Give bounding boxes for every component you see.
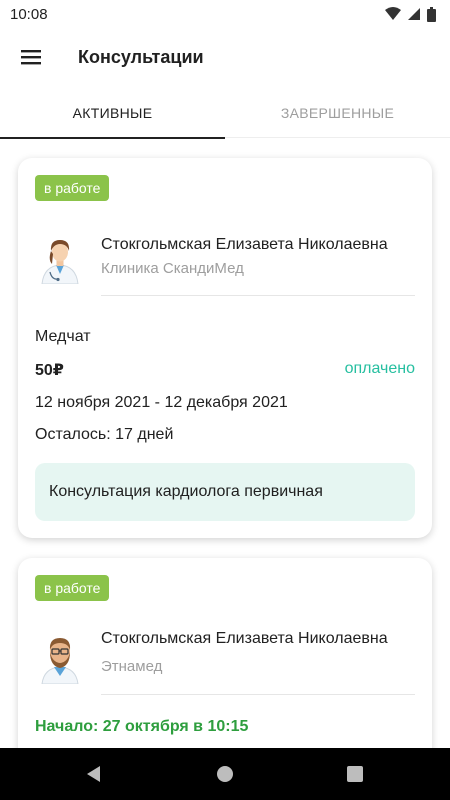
doctor-avatar	[41, 638, 79, 684]
consultation-card[interactable]: в работе Стокгольмская Елизавета Николае…	[18, 158, 432, 538]
hamburger-menu-icon	[21, 50, 41, 65]
status-time: 10:08	[10, 5, 48, 23]
app-bar: Консультации	[0, 28, 450, 86]
service-type: Медчат	[35, 328, 91, 345]
page-title: Консультации	[78, 46, 204, 67]
tab-bar: АКТИВНЫЕ ЗАВЕРШЕННЫЕ	[0, 88, 450, 139]
divider	[101, 694, 415, 695]
consultation-period: 12 ноября 2021 - 12 декабря 2021	[35, 394, 288, 411]
doctor-name: Стокгольмская Елизавета Николаевна	[101, 630, 388, 647]
battery-icon	[427, 6, 436, 22]
back-icon[interactable]	[84, 764, 104, 784]
doctor-avatar	[41, 240, 79, 284]
wifi-icon	[385, 7, 401, 20]
clinic-name: Этнамед	[101, 658, 163, 675]
status-bar: 10:08	[0, 0, 450, 28]
clinic-name: Клиника СкандиМед	[101, 260, 244, 277]
system-nav-bar	[0, 748, 450, 800]
status-badge: в работе	[35, 175, 110, 201]
tab-completed[interactable]: ЗАВЕРШЕННЫЕ	[225, 88, 450, 138]
status-icons	[385, 6, 436, 22]
status-badge: в работе	[35, 575, 110, 601]
doctor-name: Стокгольмская Елизавета Николаевна	[101, 236, 388, 253]
consultation-description: Консультация кардиолога первичная	[35, 463, 415, 521]
home-icon[interactable]	[215, 764, 235, 784]
days-remaining: Осталось: 17 дней	[35, 426, 174, 443]
tab-active[interactable]: АКТИВНЫЕ	[0, 88, 225, 139]
divider	[101, 295, 415, 296]
recents-icon[interactable]	[345, 764, 365, 784]
menu-button[interactable]	[0, 28, 62, 86]
payment-status: оплачено	[344, 360, 415, 377]
signal-icon	[408, 8, 420, 20]
price: 50₽	[35, 362, 64, 379]
start-time: Начало: 27 октября в 10:15	[35, 718, 249, 735]
